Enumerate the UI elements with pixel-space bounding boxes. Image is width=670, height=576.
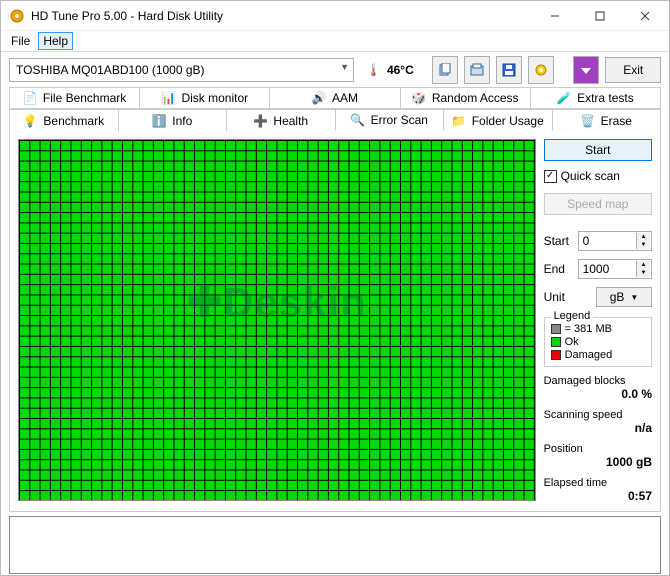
minimize-button[interactable] — [532, 2, 577, 30]
tab-random-access[interactable]: 🎲Random Access — [400, 87, 531, 109]
watermark-text: ✚Deskin — [187, 278, 367, 327]
down-arrow-icon[interactable]: ▼ — [636, 241, 650, 249]
tab-container: 📄File Benchmark 📊Disk monitor 🔊AAM 🎲Rand… — [1, 87, 669, 131]
damaged-blocks-label: Damaged blocks — [544, 375, 652, 387]
tab-disk-monitor[interactable]: 📊Disk monitor — [139, 87, 270, 109]
speed-map-button: Speed map — [544, 193, 652, 215]
position-label: Position — [544, 443, 652, 455]
legend-damaged-icon — [551, 350, 561, 360]
options-button[interactable] — [528, 56, 554, 84]
info-icon: ℹ️ — [152, 114, 166, 128]
file-benchmark-icon: 📄 — [23, 91, 37, 105]
tab-erase[interactable]: 🗑️Erase — [552, 109, 662, 131]
menubar: File Help — [1, 31, 669, 51]
damaged-blocks-value: 0.0 % — [544, 387, 652, 401]
unit-select[interactable]: gB▼ — [596, 287, 652, 307]
extra-tests-icon: 🧪 — [557, 91, 571, 105]
window-title: HD Tune Pro 5.00 - Hard Disk Utility — [31, 9, 532, 23]
tab-error-scan[interactable]: 🔍Error Scan — [335, 109, 445, 131]
save-button[interactable] — [496, 56, 522, 84]
legend-ok-icon — [551, 337, 561, 347]
titlebar: HD Tune Pro 5.00 - Hard Disk Utility — [1, 1, 669, 31]
error-scan-icon: 🔍 — [351, 113, 365, 127]
copy-screenshot-button[interactable] — [464, 56, 490, 84]
tab-benchmark[interactable]: 💡Benchmark — [9, 109, 119, 131]
menu-file[interactable]: File — [7, 33, 34, 49]
folder-usage-icon: 📁 — [452, 114, 466, 128]
tab-health[interactable]: ➕Health — [226, 109, 336, 131]
tab-file-benchmark[interactable]: 📄File Benchmark — [9, 87, 140, 109]
start-button[interactable]: Start — [544, 139, 652, 161]
elapsed-time-label: Elapsed time — [544, 477, 652, 489]
end-field[interactable]: 1000▲▼ — [578, 259, 652, 279]
checkbox-icon: ✓ — [544, 170, 557, 183]
close-button[interactable] — [622, 2, 667, 30]
quick-scan-checkbox[interactable]: ✓ Quick scan — [544, 169, 652, 183]
end-field-label: End — [544, 262, 574, 276]
unit-label: Unit — [544, 290, 574, 304]
up-arrow-icon[interactable]: ▲ — [636, 261, 650, 269]
menu-help[interactable]: Help — [38, 32, 73, 50]
aam-icon: 🔊 — [312, 91, 326, 105]
start-field[interactable]: 0▲▼ — [578, 231, 652, 251]
start-field-label: Start — [544, 234, 574, 248]
health-icon: ➕ — [253, 114, 267, 128]
log-area[interactable] — [9, 516, 661, 574]
thermometer-icon: 🌡️ — [366, 63, 381, 77]
side-panel: Start ✓ Quick scan Speed map Start 0▲▼ E… — [544, 139, 652, 503]
copy-info-button[interactable] — [432, 56, 458, 84]
temperature-value: 46°C — [387, 63, 414, 77]
disk-monitor-icon: 📊 — [161, 91, 175, 105]
legend-block-icon — [551, 324, 561, 334]
erase-icon: 🗑️ — [581, 114, 595, 128]
maximize-button[interactable] — [577, 2, 622, 30]
temperature-display: 🌡️ 46°C — [360, 63, 420, 77]
drive-select-value: TOSHIBA MQ01ABD100 (1000 gB) — [16, 63, 205, 77]
legend-box: Legend = 381 MB Ok Damaged — [544, 317, 652, 367]
legend-title: Legend — [551, 310, 594, 322]
tab-folder-usage[interactable]: 📁Folder Usage — [443, 109, 553, 131]
tab-extra-tests[interactable]: 🧪Extra tests — [530, 87, 661, 109]
toolbar: TOSHIBA MQ01ABD100 (1000 gB) ▼ 🌡️ 46°C E… — [1, 51, 669, 87]
elapsed-time-value: 0:57 — [544, 489, 652, 503]
benchmark-icon: 💡 — [23, 114, 37, 128]
quick-scan-label: Quick scan — [561, 169, 620, 183]
down-arrow-button[interactable] — [573, 56, 599, 84]
block-map: ✚Deskin — [18, 139, 536, 501]
scanning-speed-label: Scanning speed — [544, 409, 652, 421]
content-area: ✚Deskin Start ✓ Quick scan Speed map Sta… — [9, 131, 661, 512]
chevron-down-icon: ▼ — [630, 293, 638, 302]
position-value: 1000 gB — [544, 455, 652, 469]
scanning-speed-value: n/a — [544, 421, 652, 435]
drive-select[interactable]: TOSHIBA MQ01ABD100 (1000 gB) ▼ — [9, 58, 354, 82]
exit-button[interactable]: Exit — [605, 57, 661, 83]
chevron-down-icon: ▼ — [340, 62, 349, 72]
up-arrow-icon[interactable]: ▲ — [636, 233, 650, 241]
down-arrow-icon[interactable]: ▼ — [636, 269, 650, 277]
app-icon — [9, 8, 25, 24]
tab-info[interactable]: ℹ️Info — [118, 109, 228, 131]
random-access-icon: 🎲 — [412, 91, 426, 105]
tab-aam[interactable]: 🔊AAM — [269, 87, 400, 109]
